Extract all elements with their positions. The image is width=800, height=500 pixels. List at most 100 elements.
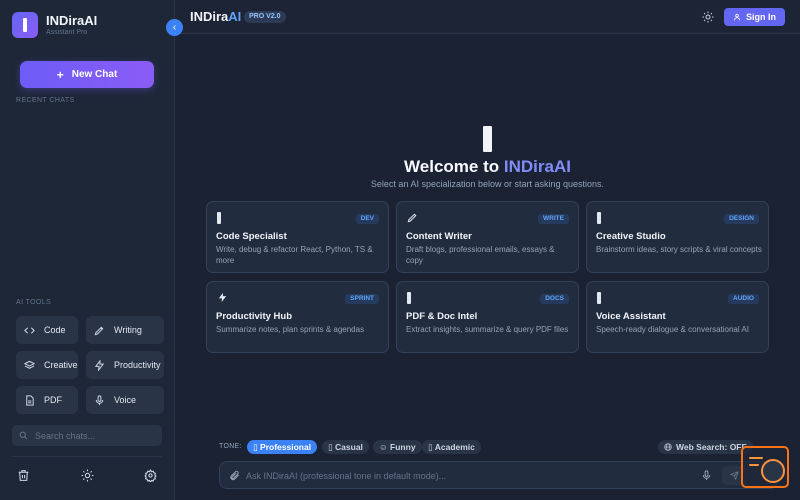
brand-logo-icon bbox=[12, 12, 38, 38]
card-badge: SPRINT bbox=[345, 294, 379, 304]
web-search-toggle[interactable]: Web Search: OFF bbox=[658, 440, 753, 454]
sidebar: INDiraAI Assistant Pro + New Chat RECENT… bbox=[0, 0, 175, 500]
card-badge: DOCS bbox=[540, 294, 569, 304]
card-title: Voice Assistant bbox=[596, 311, 666, 322]
card-creative-studio[interactable]: DESIGN Creative Studio Brainstorm ideas,… bbox=[586, 201, 769, 273]
pen-icon bbox=[407, 212, 417, 224]
web-search-label: Web Search: OFF bbox=[676, 442, 747, 452]
tone-funny-label: Funny bbox=[390, 442, 416, 452]
microphone-icon[interactable] bbox=[701, 470, 712, 481]
card-description: Brainstorm ideas, story scripts & viral … bbox=[596, 245, 762, 254]
gear-icon[interactable] bbox=[144, 469, 158, 483]
widget-line bbox=[749, 464, 759, 466]
brand-name: INDiraAI bbox=[46, 12, 98, 28]
app-title-main: INDira bbox=[190, 9, 229, 24]
card-badge: AUDIO bbox=[728, 294, 759, 304]
floating-assistant-widget[interactable] bbox=[741, 446, 789, 488]
card-description: Draft blogs, professional emails, essays… bbox=[406, 245, 555, 265]
document-bar-icon bbox=[407, 292, 417, 304]
new-chat-label: New Chat bbox=[71, 69, 118, 80]
tool-code-button[interactable]: Code bbox=[16, 316, 78, 344]
card-title: Productivity Hub bbox=[216, 311, 293, 322]
layers-icon bbox=[22, 360, 36, 371]
paperclip-icon[interactable] bbox=[229, 470, 240, 481]
chat-input[interactable] bbox=[246, 468, 686, 483]
welcome-title-prefix: Welcome to bbox=[404, 157, 504, 176]
tool-creative-label: Creative bbox=[44, 360, 78, 370]
user-icon bbox=[733, 13, 741, 21]
lightning-icon bbox=[217, 292, 227, 304]
chat-composer bbox=[219, 461, 778, 489]
tone-professional-label: Professional bbox=[260, 442, 312, 452]
theme-toggle-sun-icon[interactable] bbox=[702, 10, 716, 24]
tool-writing-label: Writing bbox=[114, 325, 142, 335]
ai-tools-label: AI TOOLS bbox=[16, 299, 52, 306]
microphone-bar-icon bbox=[597, 292, 607, 304]
tool-writing-button[interactable]: Writing bbox=[86, 316, 164, 344]
tone-professional-button[interactable]: ▯ Professional bbox=[247, 440, 318, 454]
tool-code-label: Code bbox=[44, 325, 66, 335]
welcome-title: Welcome to INDiraAI bbox=[175, 157, 800, 177]
chevron-left-icon: ‹ bbox=[172, 22, 177, 33]
pen-icon bbox=[92, 325, 106, 336]
sun-icon[interactable] bbox=[81, 469, 95, 483]
tone-label: TONE: bbox=[219, 443, 242, 450]
widget-avatar-icon bbox=[761, 459, 785, 483]
send-icon bbox=[729, 471, 739, 480]
tool-pdf-label: PDF bbox=[44, 395, 62, 405]
tool-productivity-label: Productivity bbox=[114, 360, 161, 370]
card-badge: WRITE bbox=[538, 214, 569, 224]
microphone-icon bbox=[92, 394, 106, 406]
card-title: Content Writer bbox=[406, 231, 472, 242]
tool-productivity-button[interactable]: Productivity bbox=[86, 351, 164, 379]
design-bar-icon bbox=[597, 212, 607, 224]
card-badge: DESIGN bbox=[724, 214, 759, 224]
search-icon bbox=[19, 431, 28, 440]
card-badge: DEV bbox=[355, 214, 379, 224]
card-description: Write, debug & refactor React, Python, T… bbox=[216, 245, 373, 265]
tone-casual-button[interactable]: ▯ Casual bbox=[322, 440, 369, 454]
top-header: INDiraAI PRO V2.0 Sign In bbox=[175, 0, 800, 34]
tone-funny-button[interactable]: ☺ Funny bbox=[373, 440, 422, 454]
welcome-subtitle: Select an AI specialization below or sta… bbox=[370, 179, 605, 189]
sign-in-button[interactable]: Sign In bbox=[724, 8, 785, 26]
lightning-icon bbox=[92, 359, 106, 371]
sign-in-label: Sign In bbox=[746, 12, 776, 22]
brand[interactable]: INDiraAI Assistant Pro bbox=[12, 12, 97, 38]
app-title: INDiraAI bbox=[190, 9, 241, 24]
version-badge: PRO V2.0 bbox=[244, 11, 286, 23]
search-chats-box[interactable] bbox=[12, 425, 162, 446]
card-content-writer[interactable]: WRITE Content Writer Draft blogs, profes… bbox=[396, 201, 579, 273]
card-code-specialist[interactable]: DEV Code Specialist Write, debug & refac… bbox=[206, 201, 389, 273]
globe-icon bbox=[664, 443, 672, 451]
trash-icon[interactable] bbox=[17, 469, 31, 483]
brand-subtitle: Assistant Pro bbox=[46, 28, 88, 36]
tool-voice-button[interactable]: Voice bbox=[86, 386, 164, 414]
card-description: Speech-ready dialogue & conversational A… bbox=[596, 325, 749, 334]
code-bar-icon bbox=[217, 212, 227, 224]
welcome-logo-icon bbox=[483, 126, 492, 152]
app-title-accent: AI bbox=[228, 9, 242, 24]
ai-tools-grid: Code Writing Creative Productivity PDF V… bbox=[16, 316, 164, 414]
widget-line bbox=[749, 457, 763, 459]
card-pdf-doc-intel[interactable]: DOCS PDF & Doc Intel Extract insights, s… bbox=[396, 281, 579, 353]
document-icon bbox=[22, 394, 36, 406]
new-chat-button[interactable]: + New Chat bbox=[20, 61, 154, 88]
tool-creative-button[interactable]: Creative bbox=[16, 351, 78, 379]
collapse-sidebar-button[interactable]: ‹ bbox=[166, 19, 183, 36]
welcome-title-brand: INDiraAI bbox=[503, 157, 571, 176]
card-productivity-hub[interactable]: SPRINT Productivity Hub Summarize notes,… bbox=[206, 281, 389, 353]
card-description: Summarize notes, plan sprints & agendas bbox=[216, 325, 365, 334]
card-title: Code Specialist bbox=[216, 231, 287, 242]
card-title: PDF & Doc Intel bbox=[406, 311, 478, 322]
tool-pdf-button[interactable]: PDF bbox=[16, 386, 78, 414]
tone-academic-label: Academic bbox=[434, 442, 475, 452]
card-title: Creative Studio bbox=[596, 231, 666, 242]
search-chats-input[interactable] bbox=[35, 430, 155, 441]
plus-icon: + bbox=[56, 67, 64, 82]
card-voice-assistant[interactable]: AUDIO Voice Assistant Speech-ready dialo… bbox=[586, 281, 769, 353]
tool-voice-label: Voice bbox=[114, 395, 137, 405]
tone-academic-button[interactable]: ▯ Academic bbox=[422, 440, 481, 454]
sidebar-divider bbox=[12, 456, 162, 457]
tone-casual-label: Casual bbox=[335, 442, 363, 452]
